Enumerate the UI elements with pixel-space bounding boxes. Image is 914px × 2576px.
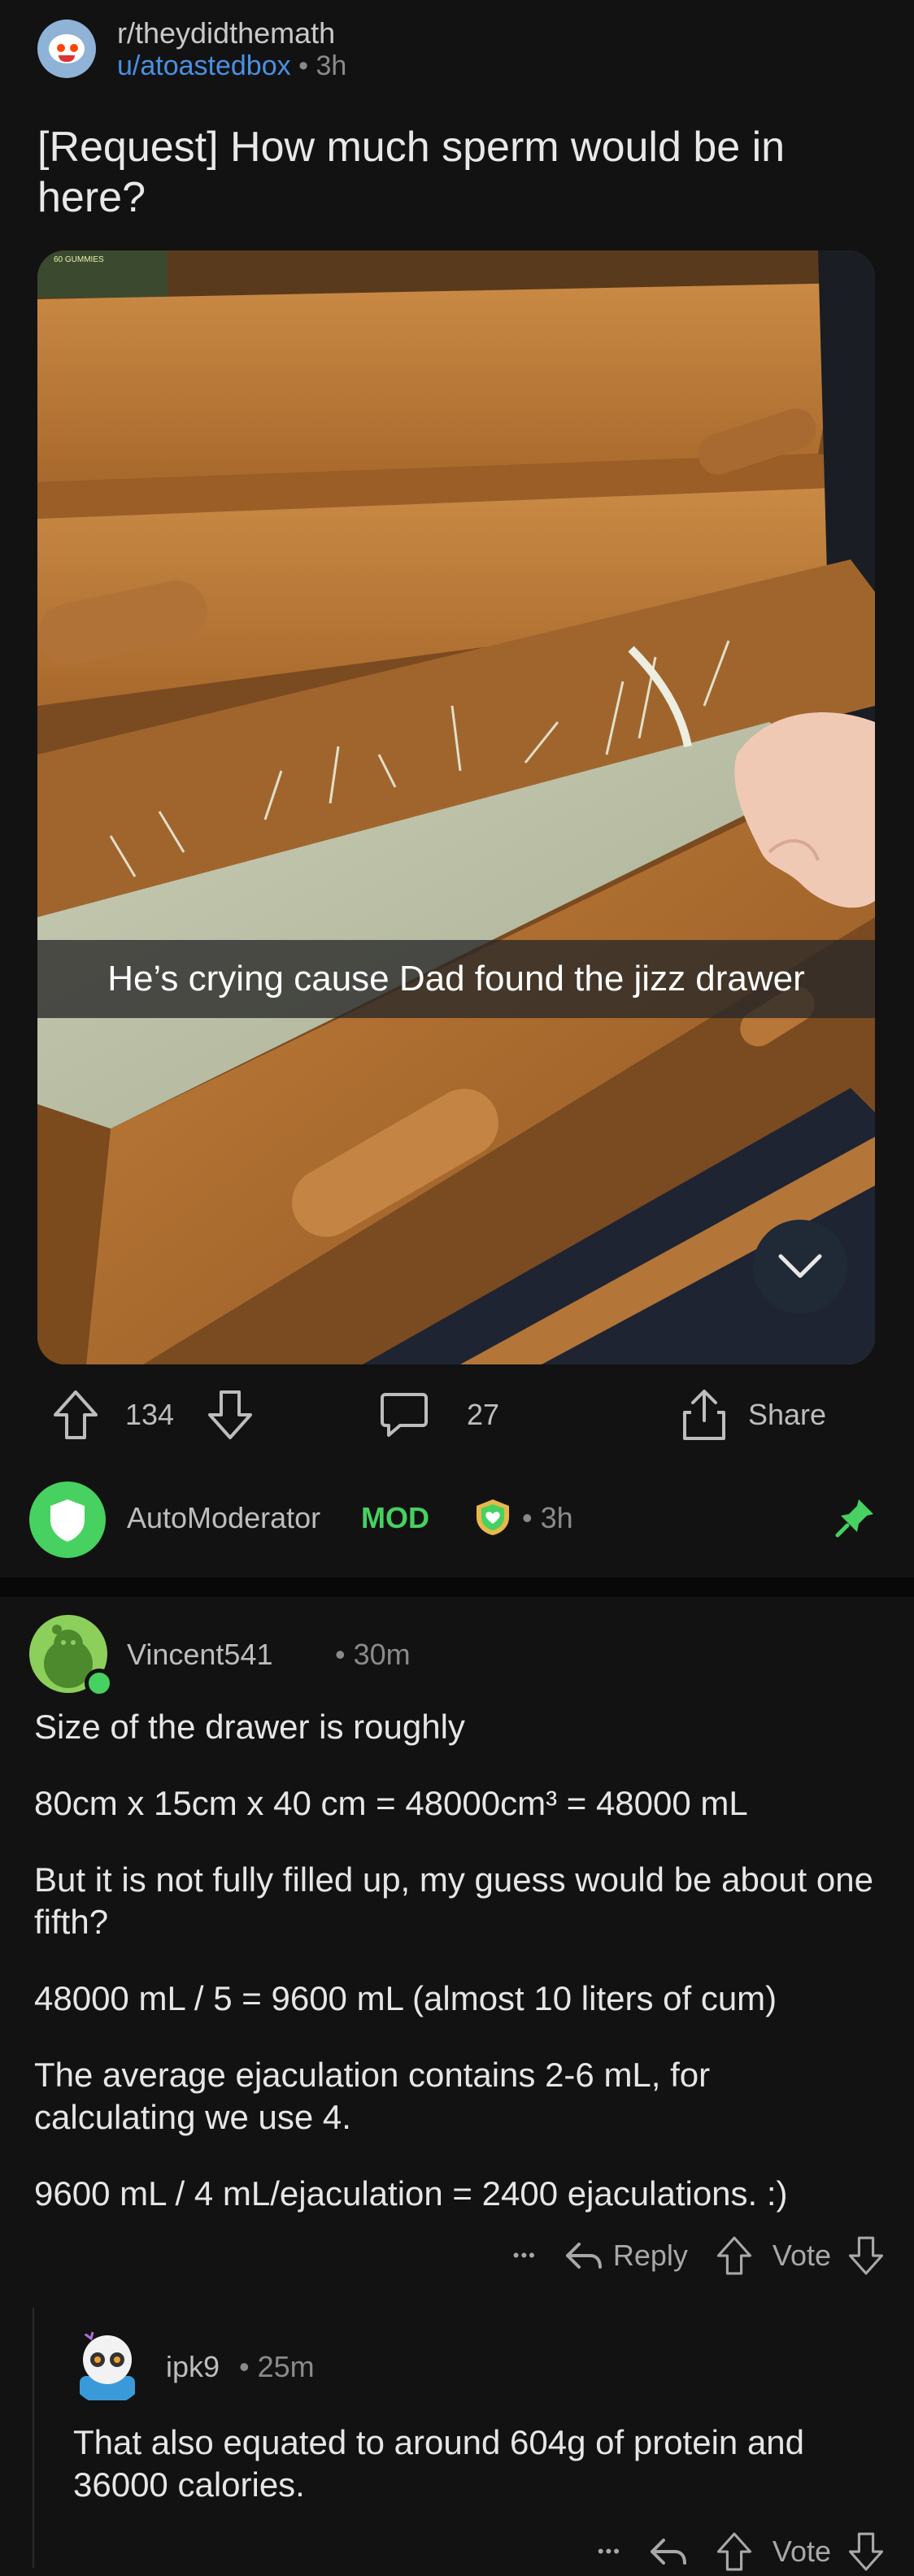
comment-time: • 25m <box>239 2350 315 2383</box>
comment-paragraph: Size of the drawer is roughly <box>34 1708 465 1746</box>
comment-actions: ••• Vote <box>570 2527 885 2576</box>
comment-bubble-icon <box>381 1393 428 1437</box>
post-time: 3h <box>316 50 347 81</box>
downvote-arrow-icon <box>848 2236 884 2275</box>
upvote-button[interactable] <box>52 1386 99 1444</box>
shield-icon <box>50 1499 85 1542</box>
upvote-arrow-icon <box>716 2236 752 2275</box>
post-actions-bar: 134 27 Share <box>37 1386 875 1444</box>
reply-label: Reply <box>612 2239 688 2272</box>
chevron-down-icon <box>778 1254 822 1278</box>
subreddit-avatar[interactable] <box>37 20 96 78</box>
section-divider <box>0 1577 914 1597</box>
collapse-image-button[interactable] <box>753 1220 847 1314</box>
comment-paragraph: The average ejaculation contains 2-6 mL,… <box>34 2056 711 2136</box>
thread-line[interactable] <box>33 2308 34 2568</box>
automoderator-time: • 3h <box>522 1501 573 1534</box>
post-title[interactable]: [Request] How much sperm would be in her… <box>37 122 883 223</box>
downvote-arrow-icon <box>848 2532 884 2571</box>
comment-upvote-button[interactable] <box>716 2531 753 2572</box>
mod-shield-icon <box>475 1498 511 1541</box>
comment-paragraph: That also equated to around 604g of prot… <box>73 2423 805 2504</box>
comment-paragraph: 9600 mL / 4 mL/ejaculation = 2400 ejacul… <box>34 2174 788 2213</box>
post-byline: u/atoastedbox • 3h <box>117 50 346 82</box>
gummies-label: 60 GUMMIES <box>54 255 104 264</box>
comment-paragraph: 48000 mL / 5 = 9600 mL (almost 10 liters… <box>34 1979 777 2017</box>
comment-actions: ••• Reply Vote <box>485 2231 885 2280</box>
share-button[interactable]: Share <box>680 1386 826 1444</box>
comment-body: That also equated to around 604g of prot… <box>73 2422 854 2540</box>
vote-count: 134 <box>125 1398 175 1431</box>
automoderator-comment[interactable]: AutoModerator MOD • 3h <box>29 1478 885 1560</box>
upvote-arrow-icon <box>54 1390 98 1439</box>
avatar[interactable] <box>68 2327 146 2405</box>
more-dots-icon[interactable]: ••• <box>598 2541 621 2562</box>
comment-author[interactable]: Vincent541 <box>127 1638 273 1672</box>
comment-downvote-button[interactable] <box>847 2531 885 2572</box>
comment-ipk9: ipk9 • 25m That also equated to around 6… <box>68 2327 885 2571</box>
post-author-link[interactable]: u/atoastedbox <box>117 50 291 81</box>
online-indicator <box>85 1669 114 1698</box>
automoderator-name[interactable]: AutoModerator <box>127 1501 320 1535</box>
reply-button[interactable] <box>649 2535 688 2568</box>
byline-separator: • <box>298 50 308 81</box>
downvote-arrow-icon <box>208 1390 252 1439</box>
share-label: Share <box>748 1398 827 1431</box>
post-header: r/theydidthemath u/atoastedbox • 3h <box>37 16 883 81</box>
comment-paragraph: 80cm x 15cm x 40 cm = 48000cm³ = 48000 m… <box>34 1784 748 1822</box>
image-caption: He’s crying cause Dad found the jizz dra… <box>107 959 805 999</box>
comment-upvote-button[interactable] <box>716 2235 753 2276</box>
subreddit-link[interactable]: r/theydidthemath <box>117 16 335 50</box>
comment-body: Size of the drawer is roughly 80cm x 15c… <box>34 1706 880 2249</box>
reply-arrow-icon <box>565 2243 602 2269</box>
downvote-button[interactable] <box>207 1386 254 1444</box>
comment-downvote-button[interactable] <box>847 2235 885 2276</box>
vote-label: Vote <box>772 2239 831 2272</box>
comment-count: 27 <box>467 1398 500 1431</box>
reply-arrow-icon <box>650 2539 686 2565</box>
comments-button[interactable]: 27 <box>379 1386 499 1444</box>
post-image[interactable]: 60 GUMMIES He’s crying cause Dad found t… <box>37 250 875 1364</box>
mod-badge: MOD <box>361 1501 429 1534</box>
comment-vincent541: Vincent541 • 30m Size of the drawer is r… <box>29 1615 885 2290</box>
pin-icon <box>834 1496 877 1543</box>
automoderator-avatar[interactable] <box>29 1482 106 1558</box>
comment-paragraph: But it is not fully filled up, my guess … <box>34 1860 873 1941</box>
comment-time: • 30m <box>335 1638 411 1671</box>
upvote-arrow-icon <box>716 2532 752 2571</box>
vote-label: Vote <box>772 2535 831 2568</box>
drawer-photo: 60 GUMMIES <box>37 250 875 1364</box>
more-dots-icon[interactable]: ••• <box>513 2245 537 2266</box>
share-icon <box>683 1390 725 1440</box>
image-caption-bar: He’s crying cause Dad found the jizz dra… <box>37 940 875 1018</box>
reply-button[interactable]: Reply <box>564 2239 688 2273</box>
comment-author[interactable]: ipk9 <box>166 2350 220 2384</box>
